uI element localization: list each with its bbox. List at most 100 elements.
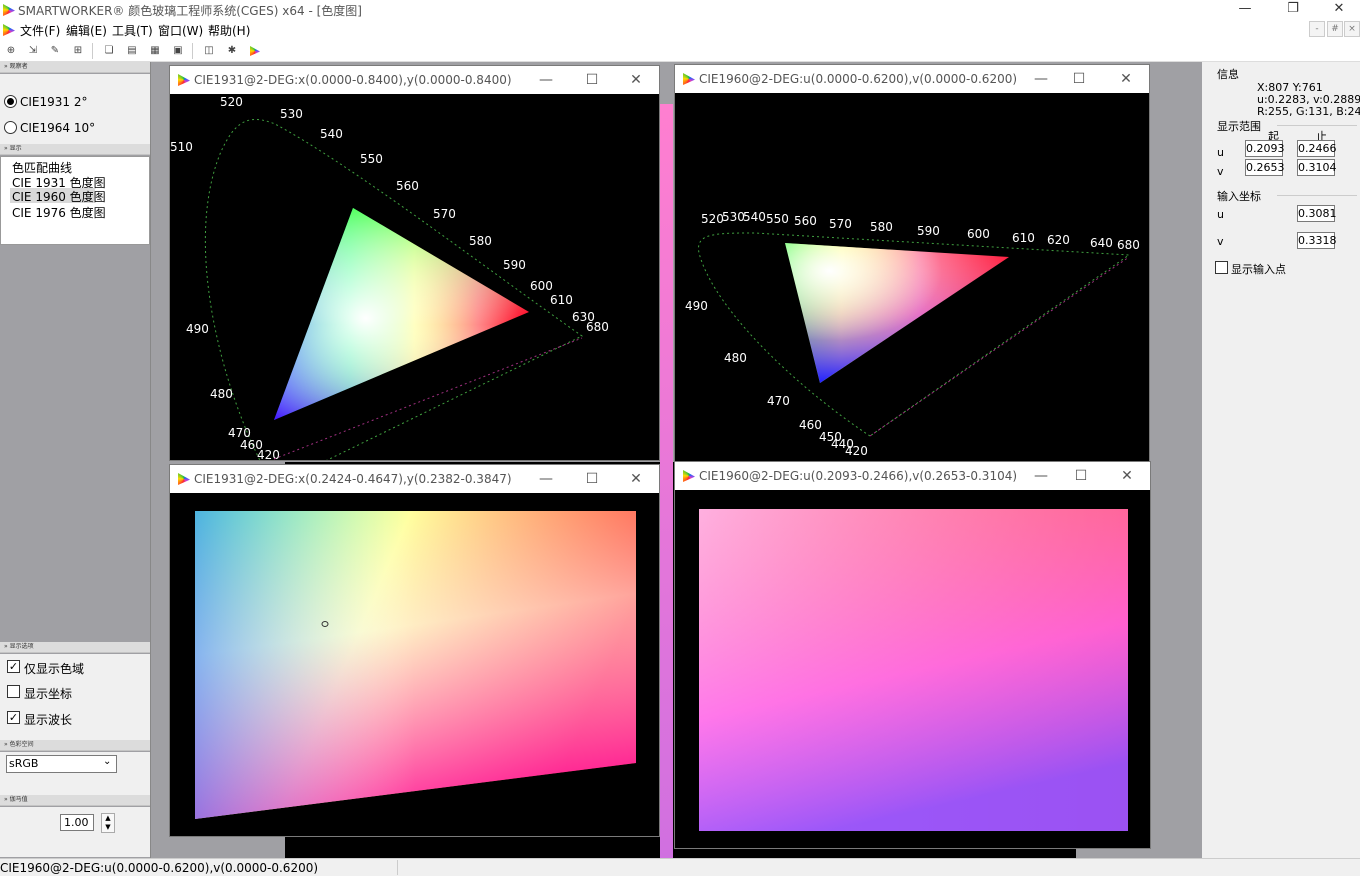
checkbox-show-wavelength[interactable]: ✓: [7, 711, 20, 724]
window-maximize-button[interactable]: ☐: [582, 470, 602, 488]
list-item-cie1976[interactable]: CIE 1976 色度图: [12, 204, 106, 221]
window-title: CIE1931@2-DEG:x(0.0000-0.8400),y(0.0000-…: [194, 73, 512, 87]
input-u-label: u: [1217, 208, 1224, 221]
input-v-field[interactable]: 0.3318: [1297, 232, 1337, 249]
colorspace-header[interactable]: » 色彩空间: [0, 740, 150, 751]
toolbar: ⊕ ⇲ ✎ ⊞ ❏ ▤ ▦ ▣ ◫ ✱: [0, 40, 1360, 62]
wavelength-label: 580: [870, 220, 893, 234]
window-title: CIE1960@2-DEG:u(0.0000-0.6200),v(0.0000-…: [699, 72, 1018, 86]
window-maximize-button[interactable]: ☐: [582, 71, 602, 89]
window-minimize-button[interactable]: —: [1031, 70, 1051, 88]
window-titlebar[interactable]: CIE1931@2-DEG:x(0.0000-0.8400),y(0.0000-…: [170, 66, 659, 94]
list-item-cie1960[interactable]: CIE 1960 色度图: [10, 188, 106, 204]
app-menu-icon[interactable]: [3, 24, 15, 36]
window-cie1931-zoom[interactable]: CIE1931@2-DEG:x(0.2424-0.4647),y(0.2382-…: [169, 464, 660, 837]
edit-icon[interactable]: ✎: [47, 43, 63, 59]
input-v-label: v: [1217, 235, 1224, 248]
status-text: CIE1960@2-DEG:u(0.0000-0.6200),v(0.0000-…: [0, 861, 319, 875]
wavelength-label: 590: [503, 258, 526, 272]
menu-tools[interactable]: 工具(T): [112, 22, 153, 39]
checkbox-show-coords[interactable]: [7, 685, 20, 698]
menu-file[interactable]: 文件(F): [20, 22, 60, 39]
display-list: 色匹配曲线 CIE 1931 色度图 CIE 1960 色度图 CIE 1976…: [0, 156, 150, 245]
menu-window[interactable]: 窗口(W): [158, 22, 203, 39]
wavelength-label: 590: [917, 224, 940, 238]
chart-icon[interactable]: ⊞: [70, 43, 86, 59]
display-header[interactable]: » 显示: [0, 144, 150, 155]
menu-help[interactable]: 帮助(H): [208, 22, 250, 39]
observer-radio-cie1931[interactable]: [4, 95, 17, 108]
print-icon[interactable]: ▦: [147, 43, 163, 59]
new-icon[interactable]: ⊕: [3, 43, 19, 59]
checkbox-gamut-only[interactable]: ✓: [7, 660, 20, 673]
window-minimize-button[interactable]: —: [536, 71, 556, 89]
window-app-icon: [178, 473, 190, 485]
menu-bar: 文件(F) 编辑(E) 工具(T) 窗口(W) 帮助(H): [0, 20, 1360, 40]
gamma-spinner[interactable]: ▲ ▼: [101, 813, 115, 833]
mdi-close-button[interactable]: ×: [1344, 21, 1360, 37]
wavelength-label: 610: [550, 293, 573, 307]
wavelength-label: 640: [1090, 236, 1113, 250]
range-u-start-input[interactable]: 0.2093: [1245, 140, 1285, 157]
range-label: 显示范围: [1217, 120, 1261, 133]
colorspace-select[interactable]: sRGB ⌄: [6, 755, 117, 773]
window-maximize-button[interactable]: ☐: [1069, 70, 1089, 88]
mdi-minimize-button[interactable]: -: [1309, 21, 1325, 37]
wavelength-label: 510: [170, 140, 193, 154]
label-show-coords: 显示坐标: [24, 687, 73, 701]
wavelength-label: 620: [1047, 233, 1070, 247]
checkbox-show-input-point[interactable]: [1215, 261, 1228, 274]
wavelength-label: 420: [845, 444, 868, 458]
observer-radio-cie1964[interactable]: [4, 121, 17, 134]
open-icon[interactable]: ⇲: [25, 43, 41, 59]
minimize-button[interactable]: —: [1222, 0, 1268, 20]
window-minimize-button[interactable]: —: [1031, 467, 1051, 485]
window-close-button[interactable]: ✕: [1117, 467, 1137, 485]
gamma-header[interactable]: » 伽马值: [0, 795, 150, 806]
window-titlebar[interactable]: CIE1960@2-DEG:u(0.0000-0.6200),v(0.0000-…: [675, 65, 1149, 93]
window-title: SMARTWORKER® 颜色玻璃工程师系统(CGES) x64 - [色度图]: [18, 4, 362, 18]
window-cie1931-full[interactable]: CIE1931@2-DEG:x(0.0000-0.8400),y(0.0000-…: [169, 65, 660, 461]
menu-edit[interactable]: 编辑(E): [66, 22, 107, 39]
window-cie1960-zoom[interactable]: CIE1960@2-DEG:u(0.2093-0.2466),v(0.2653-…: [674, 461, 1151, 849]
wrench-icon[interactable]: ✱: [224, 43, 240, 59]
divider: [1277, 125, 1357, 126]
window-titlebar[interactable]: CIE1960@2-DEG:u(0.2093-0.2466),v(0.2653-…: [675, 462, 1150, 490]
window-close-button[interactable]: ✕: [626, 71, 646, 89]
left-panel: » 观察者 CIE1931 2° CIE1964 10° » 显示 色匹配曲线 …: [0, 62, 151, 858]
mdi-restore-button[interactable]: #: [1327, 21, 1343, 37]
copy-icon[interactable]: ❏: [101, 43, 117, 59]
window-minimize-button[interactable]: —: [536, 470, 556, 488]
options-header[interactable]: » 显示选项: [0, 642, 150, 653]
app-logo-icon: [3, 4, 15, 16]
background-window-strip: [660, 104, 673, 862]
wavelength-label: 600: [530, 279, 553, 293]
range-u-end-input[interactable]: 0.2466: [1297, 140, 1337, 157]
window-maximize-button[interactable]: ☐: [1071, 467, 1091, 485]
show-input-point-label: 显示输入点: [1231, 263, 1286, 276]
range-v-start-input[interactable]: 0.2653: [1245, 159, 1285, 176]
range-v-end-input[interactable]: 0.3104: [1297, 159, 1337, 176]
print-preview-icon[interactable]: ▤: [124, 43, 140, 59]
window-close-button[interactable]: ✕: [1116, 70, 1136, 88]
window-titlebar[interactable]: CIE1931@2-DEG:x(0.2424-0.4647),y(0.2382-…: [170, 465, 659, 493]
wavelength-label: 580: [469, 234, 492, 248]
gamma-input[interactable]: 1.00: [60, 814, 94, 831]
wavelength-label: 470: [767, 394, 790, 408]
observer-label-cie1931: CIE1931 2°: [20, 95, 88, 109]
about-icon[interactable]: [250, 46, 260, 56]
close-button[interactable]: ✕: [1316, 0, 1360, 20]
wavelength-label: 520: [701, 212, 724, 226]
wavelength-label: 550: [360, 152, 383, 166]
restore-button[interactable]: ❐: [1270, 0, 1316, 20]
wavelength-label: 610: [1012, 231, 1035, 245]
window-close-button[interactable]: ✕: [626, 470, 646, 488]
cie1931-diagram: 520 530 540 550 560 570 580 590 600 610 …: [170, 95, 609, 460]
layout-icon[interactable]: ◫: [201, 43, 217, 59]
window-cie1960-full[interactable]: CIE1960@2-DEG:u(0.0000-0.6200),v(0.0000-…: [674, 64, 1150, 462]
label-show-wavelength: 显示波长: [24, 713, 73, 727]
observer-header[interactable]: » 观察者: [0, 62, 150, 73]
wavelength-label: 490: [685, 299, 708, 313]
input-u-field[interactable]: 0.3081: [1297, 205, 1337, 222]
save-icon[interactable]: ▣: [170, 43, 186, 59]
